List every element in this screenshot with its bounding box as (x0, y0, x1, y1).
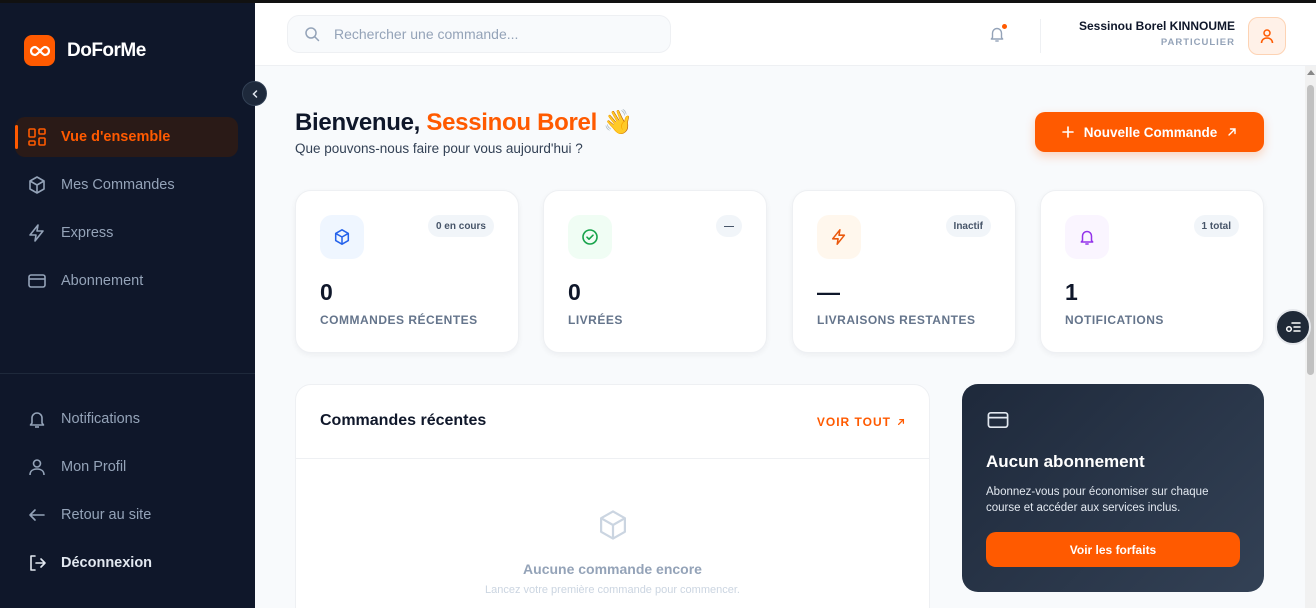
page-title: Bienvenue, Sessinou Borel 👋 (295, 108, 633, 137)
status-badge: 1 total (1193, 215, 1239, 237)
main-content: Bienvenue, Sessinou Borel 👋 Que pouvons-… (255, 66, 1305, 608)
sidebar-item-label: Retour au site (61, 507, 152, 523)
stat-value: 0 (320, 279, 333, 305)
stat-value: 0 (568, 279, 581, 305)
empty-state-subtitle: Lancez votre première commande pour comm… (485, 584, 740, 596)
credit-card-icon (987, 411, 1009, 429)
stat-card-recent-orders[interactable]: 0 en cours 0 COMMANDES RÉCENTES (295, 190, 519, 353)
search-input[interactable] (334, 26, 634, 42)
lightning-icon (817, 215, 861, 259)
sidebar-divider (0, 373, 255, 374)
credit-card-icon (28, 274, 46, 288)
sidebar-item-notifications[interactable]: Notifications (15, 399, 238, 439)
chevron-left-icon (251, 89, 257, 98)
user-name: Sessinou Borel KINNOUME (1078, 19, 1235, 33)
check-circle-icon (568, 215, 612, 259)
avatar[interactable] (1248, 17, 1286, 55)
search-box (287, 15, 671, 53)
new-order-label: Nouvelle Commande (1083, 124, 1218, 140)
sidebar-item-profile[interactable]: Mon Profil (15, 447, 238, 487)
sidebar: DoForMe Vue d'ensemble Mes Commandes Exp… (0, 0, 255, 608)
greeting-emoji: 👋 (603, 109, 633, 136)
see-all-link[interactable]: VOIR TOUT (817, 415, 905, 429)
plus-icon (1061, 126, 1074, 138)
sidebar-item-subscription[interactable]: Abonnement (15, 261, 238, 301)
dashboard-icon (28, 128, 46, 146)
stats-row: 0 en cours 0 COMMANDES RÉCENTES — 0 LIVR… (295, 190, 1264, 353)
list-settings-icon (1285, 322, 1301, 333)
stat-label: COMMANDES RÉCENTES (320, 313, 478, 327)
status-badge: 0 en cours (427, 215, 494, 237)
recent-orders-card: Commandes récentes VOIR TOUT Aucune comm… (295, 384, 930, 608)
greeting-prefix: Bienvenue, (295, 109, 427, 136)
sidebar-bottom-nav: Notifications Mon Profil Retour au site … (15, 399, 238, 591)
view-plans-button[interactable]: Voir les forfaits (986, 532, 1240, 567)
topbar: Sessinou Borel KINNOUME PARTICULIER (255, 0, 1316, 66)
brand[interactable]: DoForMe (24, 35, 146, 66)
user-icon (29, 459, 45, 476)
status-badge: Inactif (945, 215, 991, 237)
arrow-left-icon (29, 509, 45, 521)
sidebar-item-label: Mes Commandes (61, 177, 175, 193)
infinity-logo-icon (24, 35, 55, 66)
see-all-label: VOIR TOUT (816, 415, 891, 429)
sidebar-item-label: Déconnexion (61, 555, 153, 571)
sidebar-item-back-to-site[interactable]: Retour au site (15, 495, 238, 535)
box-icon (599, 510, 627, 540)
sidebar-item-overview[interactable]: Vue d'ensemble (15, 117, 238, 157)
recent-orders-title: Commandes récentes (320, 412, 487, 429)
subscription-title: Aucun abonnement (986, 452, 1145, 471)
search-icon (305, 27, 320, 42)
user-role: PARTICULIER (1160, 37, 1235, 48)
sidebar-item-label: Vue d'ensemble (61, 129, 171, 145)
scroll-up-arrow-icon[interactable] (1307, 70, 1315, 75)
sidebar-item-label: Express (61, 225, 114, 241)
lightning-icon (29, 224, 44, 242)
stat-card-delivered[interactable]: — 0 LIVRÉES (543, 190, 767, 353)
stat-value: — (817, 279, 840, 305)
stat-label: LIVRAISONS RESTANTES (817, 313, 976, 327)
arrow-up-right-icon (897, 418, 905, 426)
notification-dot (1002, 24, 1007, 29)
user-icon (1260, 29, 1274, 44)
logout-icon (30, 555, 46, 571)
arrow-up-right-icon (1228, 128, 1236, 136)
sidebar-item-label: Notifications (61, 411, 140, 427)
sidebar-item-orders[interactable]: Mes Commandes (15, 165, 238, 205)
collapse-sidebar-button[interactable] (242, 81, 267, 106)
sidebar-main-nav: Vue d'ensemble Mes Commandes Express Abo… (15, 117, 238, 309)
stat-label: NOTIFICATIONS (1065, 313, 1164, 327)
new-order-button[interactable]: Nouvelle Commande (1035, 112, 1264, 152)
page-subtitle: Que pouvons-nous faire pour vous aujourd… (295, 141, 583, 156)
notifications-button[interactable] (988, 24, 1007, 48)
stat-card-notifications[interactable]: 1 total 1 NOTIFICATIONS (1040, 190, 1264, 353)
app-root: DoForMe Vue d'ensemble Mes Commandes Exp… (0, 0, 1316, 608)
bell-icon (1065, 215, 1109, 259)
stat-value: 1 (1065, 279, 1078, 305)
sidebar-item-express[interactable]: Express (15, 213, 238, 253)
empty-state-title: Aucune commande encore (523, 561, 702, 577)
sidebar-item-label: Abonnement (61, 273, 144, 289)
box-icon (320, 215, 364, 259)
stat-label: LIVRÉES (568, 313, 623, 327)
subscription-card: Aucun abonnement Abonnez-vous pour écono… (962, 384, 1264, 592)
stat-card-remaining-deliveries[interactable]: Inactif — LIVRAISONS RESTANTES (792, 190, 1016, 353)
topbar-divider (1040, 19, 1041, 53)
subscription-text: Abonnez-vous pour économiser sur chaque … (986, 486, 1209, 514)
divider (296, 458, 929, 459)
sidebar-item-label: Mon Profil (61, 459, 127, 475)
box-icon (29, 176, 45, 194)
bell-icon (29, 412, 45, 428)
greeting-name: Sessinou Borel (426, 109, 597, 136)
status-badge: — (716, 215, 742, 237)
floating-menu-button[interactable] (1275, 309, 1311, 345)
sidebar-item-logout[interactable]: Déconnexion (15, 543, 238, 583)
brand-name: DoForMe (67, 39, 146, 61)
